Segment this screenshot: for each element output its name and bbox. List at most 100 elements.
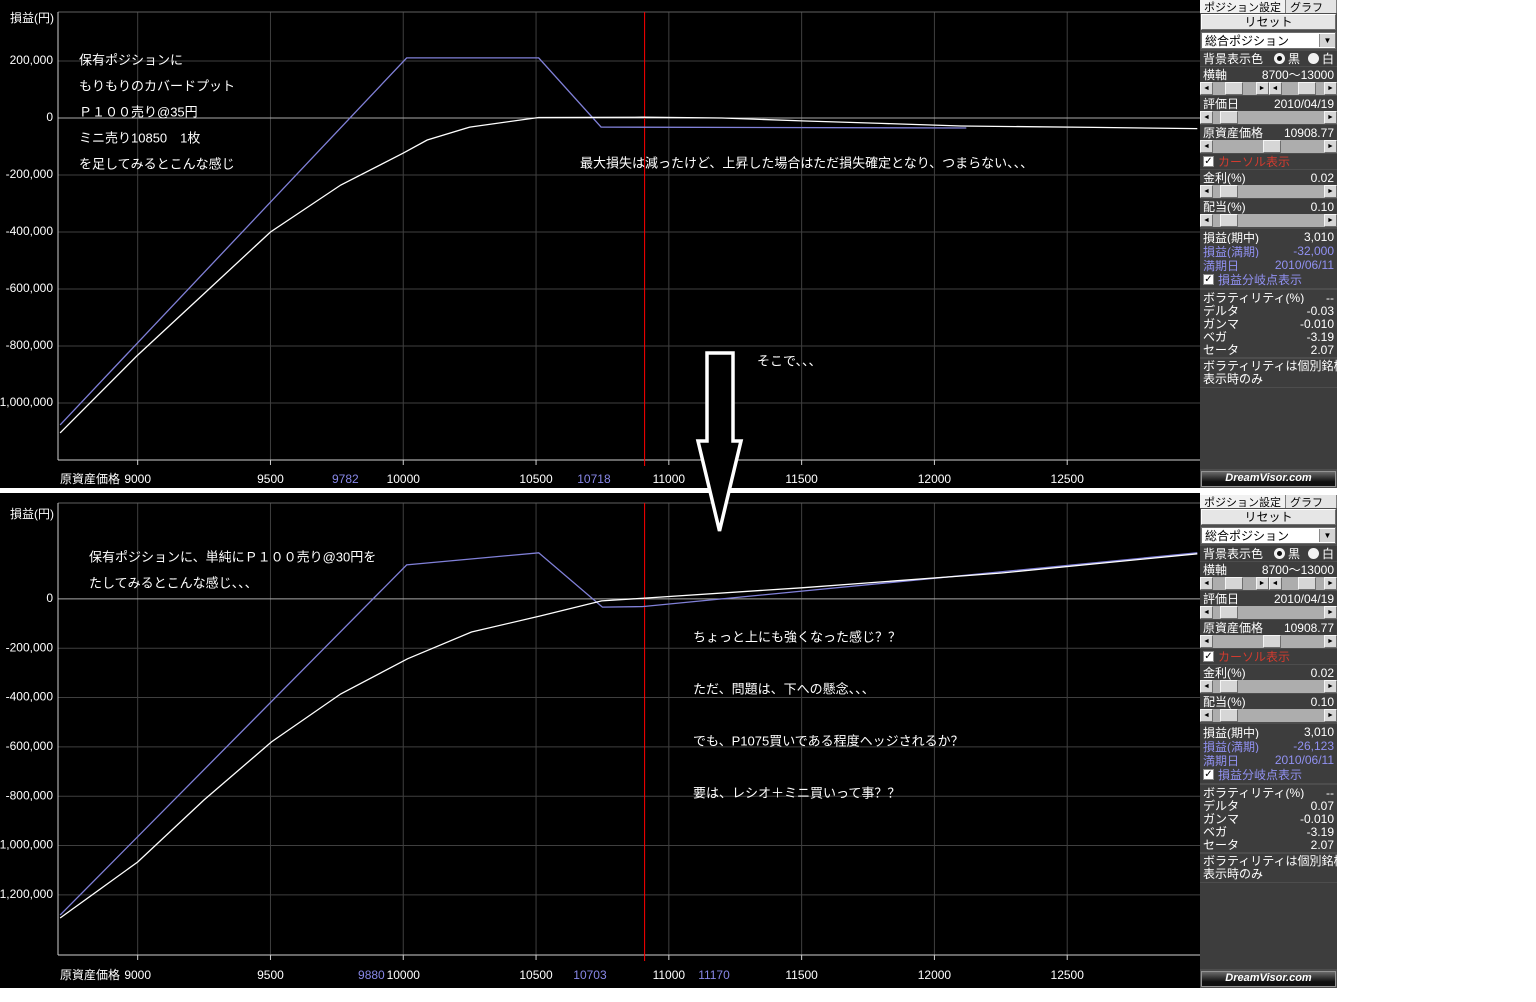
scroll-thumb[interactable] <box>1263 140 1281 153</box>
bg-black-radio[interactable] <box>1274 53 1285 64</box>
scroll-right-icon[interactable]: ► <box>1256 577 1269 590</box>
rate-scrollbar[interactable]: ◄ ► <box>1200 185 1337 198</box>
eval-date-scrollbar[interactable]: ◄ ► <box>1200 111 1337 124</box>
haxis-max-scrollbar[interactable]: ◄ ► <box>1269 82 1338 95</box>
scroll-left-icon[interactable]: ◄ <box>1269 577 1282 590</box>
breakeven-checkbox[interactable] <box>1203 274 1214 285</box>
scroll-track[interactable] <box>1213 140 1324 153</box>
bg-white-radio[interactable] <box>1308 53 1319 64</box>
scroll-track[interactable] <box>1282 82 1325 95</box>
scroll-right-icon[interactable]: ► <box>1324 709 1337 722</box>
scroll-thumb[interactable] <box>1220 214 1238 227</box>
underlying-scrollbar[interactable]: ◄ ► <box>1200 635 1337 648</box>
scroll-right-icon[interactable]: ► <box>1324 140 1337 153</box>
bg-white-radio[interactable] <box>1308 548 1319 559</box>
x-tick-label: 11500 <box>785 968 818 982</box>
cursor-display-checkbox[interactable] <box>1203 156 1214 167</box>
bg-white-label: 白 <box>1322 546 1334 561</box>
scroll-thumb[interactable] <box>1298 577 1316 590</box>
chart-annotation: でも、P1075買いである程度ヘッジされるか？ <box>693 733 964 748</box>
rate-value: 0.02 <box>1311 171 1334 185</box>
scroll-thumb[interactable] <box>1225 82 1243 95</box>
scroll-track[interactable] <box>1282 577 1325 590</box>
scroll-thumb[interactable] <box>1225 577 1243 590</box>
scroll-thumb[interactable] <box>1220 606 1238 619</box>
reset-button[interactable]: リセット <box>1201 14 1336 30</box>
tab-position-settings[interactable]: ポジション設定 <box>1200 495 1286 508</box>
scroll-left-icon[interactable]: ◄ <box>1200 140 1213 153</box>
scroll-right-icon[interactable]: ► <box>1256 82 1269 95</box>
scroll-track[interactable] <box>1213 577 1256 590</box>
scroll-track[interactable] <box>1213 680 1324 693</box>
x-tick-label: 11000 <box>653 472 686 486</box>
volatility-label: ボラティリティ(%) <box>1203 291 1304 304</box>
scroll-left-icon[interactable]: ◄ <box>1200 214 1213 227</box>
dropdown-caret-icon[interactable]: ▼ <box>1319 34 1335 47</box>
scroll-left-icon[interactable]: ◄ <box>1200 635 1213 648</box>
scroll-right-icon[interactable]: ► <box>1324 214 1337 227</box>
tab-graph[interactable]: グラフ <box>1286 495 1337 508</box>
dividend-row: 配当(%) 0.10 <box>1200 694 1337 709</box>
scroll-left-icon[interactable]: ◄ <box>1200 82 1213 95</box>
scroll-thumb[interactable] <box>1220 185 1238 198</box>
scroll-right-icon[interactable]: ► <box>1324 185 1337 198</box>
haxis-min-scrollbar[interactable]: ◄ ► <box>1200 82 1269 95</box>
pl-chart-top-canvas[interactable]: 9000950010000105001100011500120001250020… <box>0 0 1200 488</box>
pl-mid-label: 損益(期中) <box>1203 230 1259 244</box>
scroll-right-icon[interactable]: ► <box>1324 680 1337 693</box>
scroll-left-icon[interactable]: ◄ <box>1200 606 1213 619</box>
dividend-scrollbar[interactable]: ◄ ► <box>1200 214 1337 227</box>
expiry-date-row: 満期日 2010/06/11 <box>1200 753 1337 767</box>
y-tick-label: 1,000,000 <box>0 395 53 409</box>
bg-black-radio[interactable] <box>1274 548 1285 559</box>
scroll-right-icon[interactable]: ► <box>1324 606 1337 619</box>
reset-button[interactable]: リセット <box>1201 509 1336 525</box>
haxis-min-scrollbar[interactable]: ◄ ► <box>1200 577 1269 590</box>
scroll-track[interactable] <box>1213 635 1324 648</box>
x-tick-label: 12000 <box>918 968 952 982</box>
scroll-right-icon[interactable]: ► <box>1324 111 1337 124</box>
scroll-thumb[interactable] <box>1220 709 1238 722</box>
scroll-left-icon[interactable]: ◄ <box>1269 82 1282 95</box>
haxis-value: 8700～13000 <box>1262 562 1334 577</box>
scroll-right-icon[interactable]: ► <box>1324 635 1337 648</box>
scroll-left-icon[interactable]: ◄ <box>1200 680 1213 693</box>
scroll-track[interactable] <box>1213 82 1256 95</box>
theta-value: 2.07 <box>1311 838 1334 851</box>
rate-scrollbar[interactable]: ◄ ► <box>1200 680 1337 693</box>
scroll-track[interactable] <box>1213 214 1324 227</box>
haxis-max-scrollbar[interactable]: ◄ ► <box>1269 577 1338 590</box>
pl-expiry-label: 損益(満期) <box>1203 739 1259 753</box>
haxis-label: 横軸 <box>1203 67 1227 82</box>
dropdown-caret-icon[interactable]: ▼ <box>1319 529 1335 542</box>
tab-graph[interactable]: グラフ <box>1286 0 1337 13</box>
breakeven-checkbox[interactable] <box>1203 769 1214 780</box>
position-select[interactable]: 総合ポジション ▼ <box>1201 32 1336 49</box>
eval-date-scrollbar[interactable]: ◄ ► <box>1200 606 1337 619</box>
dividend-scrollbar[interactable]: ◄ ► <box>1200 709 1337 722</box>
scroll-left-icon[interactable]: ◄ <box>1200 185 1213 198</box>
underlying-scrollbar[interactable]: ◄ ► <box>1200 140 1337 153</box>
scroll-thumb[interactable] <box>1220 111 1238 124</box>
bg-color-label: 背景表示色 <box>1203 546 1263 561</box>
scroll-thumb[interactable] <box>1220 680 1238 693</box>
scroll-left-icon[interactable]: ◄ <box>1200 709 1213 722</box>
x-tick-label: 9500 <box>257 472 284 486</box>
scroll-thumb[interactable] <box>1298 82 1316 95</box>
scroll-track[interactable] <box>1213 111 1324 124</box>
scroll-left-icon[interactable]: ◄ <box>1200 111 1213 124</box>
scroll-right-icon[interactable]: ► <box>1324 577 1337 590</box>
pl-chart-bottom-canvas[interactable]: 900095001000010500110001150012000125000-… <box>0 493 1200 988</box>
scroll-right-icon[interactable]: ► <box>1324 82 1337 95</box>
gamma-value: -0.010 <box>1300 812 1334 825</box>
tab-position-settings[interactable]: ポジション設定 <box>1200 0 1286 13</box>
x-tick-label: 10500 <box>519 472 553 486</box>
scroll-left-icon[interactable]: ◄ <box>1200 577 1213 590</box>
position-select[interactable]: 総合ポジション ▼ <box>1201 527 1336 544</box>
scroll-track[interactable] <box>1213 709 1324 722</box>
cursor-display-checkbox[interactable] <box>1203 651 1214 662</box>
scroll-track[interactable] <box>1213 606 1324 619</box>
theta-row: セータ 2.07 <box>1200 343 1337 356</box>
scroll-track[interactable] <box>1213 185 1324 198</box>
scroll-thumb[interactable] <box>1263 635 1281 648</box>
